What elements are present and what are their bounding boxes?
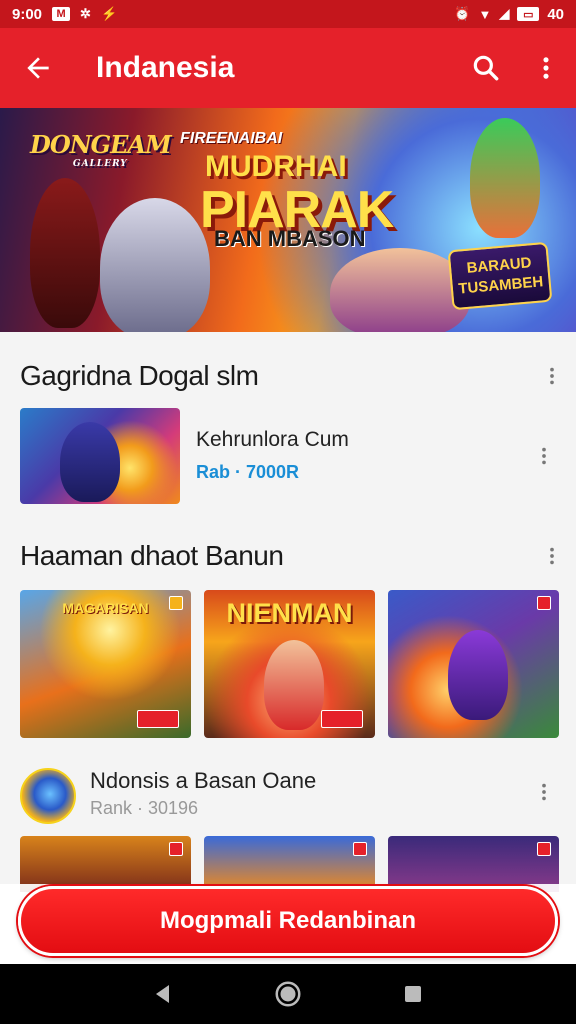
game-list-item[interactable]: Ndonsis a Basan Oane Rank · 30196	[0, 762, 576, 834]
nav-home-icon	[275, 981, 301, 1007]
corner-badge	[353, 842, 367, 856]
promo-banner[interactable]: DONGEAM GALLERY FIREENAIBAI MUDRHAI PIAR…	[0, 108, 576, 332]
game-thumbnail-3[interactable]	[388, 590, 559, 738]
featured-game-info: Kehrunlora Cum Rab · 7000R	[196, 428, 349, 483]
back-button[interactable]	[0, 28, 76, 108]
nav-recents-button[interactable]	[391, 972, 435, 1016]
more-vert-icon	[542, 783, 546, 801]
more-vert-icon	[550, 547, 554, 565]
featured-game-thumbnail[interactable]	[20, 408, 180, 504]
banner-subline: BAN MBASON	[214, 226, 366, 251]
thumbnail-tag	[321, 710, 363, 728]
game-avatar	[20, 768, 76, 824]
cta-container: Mogpmali Redanbinan	[0, 884, 576, 964]
more-vert-icon	[550, 367, 554, 385]
banner-badge: BARAUD TUSAMBEH	[447, 241, 553, 311]
hero-figure-creature	[470, 118, 540, 238]
corner-badge	[537, 842, 551, 856]
nav-home-button[interactable]	[266, 972, 310, 1016]
corner-badge	[169, 842, 183, 856]
nav-recents-icon	[405, 986, 422, 1002]
banner-kicker: FIREENAIBAI	[180, 130, 283, 147]
game-grid: MAGARISAN NIENMAN	[0, 590, 576, 738]
game-meta: Rank · 30196	[90, 798, 199, 818]
overflow-menu-button[interactable]	[516, 28, 576, 108]
cell-signal-icon: ◢	[499, 6, 510, 21]
game-thumbnail-1-label: MAGARISAN	[62, 600, 149, 616]
section-title-1: Gagridna Dogal slm	[20, 360, 259, 391]
featured-game-menu-button[interactable]	[520, 432, 568, 480]
primary-cta-button[interactable]: Mogpmali Redanbinan	[18, 886, 558, 956]
status-time: 9:00	[12, 5, 43, 23]
section-header-1: Gagridna Dogal slm	[0, 352, 576, 400]
hero-figure-left	[30, 178, 100, 328]
corner-badge	[537, 596, 551, 610]
battery-icon: ▭	[517, 7, 540, 21]
featured-game-meta: Rab · 7000R	[196, 462, 300, 482]
alarm-icon: ⏰	[454, 6, 471, 21]
game-name: Ndonsis a Basan Oane	[90, 768, 317, 793]
wifi-icon: ▼	[478, 6, 492, 22]
signal-icon: ⚡	[100, 6, 118, 21]
more-vert-icon	[543, 57, 549, 79]
thumbnail-tag	[137, 710, 179, 728]
battery-level: 40	[547, 5, 564, 23]
search-button[interactable]	[456, 28, 516, 108]
thumb-figure	[448, 630, 508, 720]
featured-game-row[interactable]: Kehrunlora Cum Rab · 7000R	[0, 408, 576, 504]
hero-figure-armored	[100, 198, 210, 332]
more-vert-icon	[542, 447, 546, 465]
banner-logo: DONGEAM GALLERY	[30, 130, 172, 169]
game-thumbnail-2-label: NIENMAN	[226, 598, 353, 628]
thumb-figure	[264, 640, 324, 730]
page-title: Indanesia	[96, 51, 235, 84]
section-title-2: Haaman dhaot Banun	[20, 540, 284, 571]
featured-game-name: Kehrunlora Cum	[196, 428, 349, 451]
app-bar: Indanesia	[0, 28, 576, 108]
section-header-2: Haaman dhaot Banun	[0, 532, 576, 580]
settings-icon: ✲	[80, 6, 91, 21]
arrow-back-icon	[27, 57, 49, 79]
corner-badge	[169, 596, 183, 610]
game-thumbnail-1[interactable]: MAGARISAN	[20, 590, 191, 738]
game-menu-button[interactable]	[520, 768, 568, 816]
banner-badge-line2: TUSAMBEH	[457, 273, 544, 298]
thumb-figure	[60, 422, 120, 502]
gmail-icon: M	[52, 7, 71, 21]
banner-headline-1: MUDRHAI	[205, 150, 347, 183]
section-1-menu-button[interactable]	[528, 352, 576, 400]
search-icon	[473, 55, 499, 81]
game-thumbnail-2[interactable]: NIENMAN	[204, 590, 375, 738]
banner-badge-line1: BARAUD	[465, 254, 533, 277]
section-2-menu-button[interactable]	[528, 532, 576, 580]
nav-back-button[interactable]	[141, 972, 185, 1016]
status-bar: 9:00 M ✲ ⚡ ⏰ ▼ ◢ ▭ 40	[0, 0, 576, 28]
system-nav-bar	[0, 964, 576, 1024]
nav-back-icon	[155, 985, 169, 1003]
banner-logo-subtext: GALLERY	[72, 159, 128, 169]
banner-logo-text: DONGEAM	[30, 130, 172, 159]
